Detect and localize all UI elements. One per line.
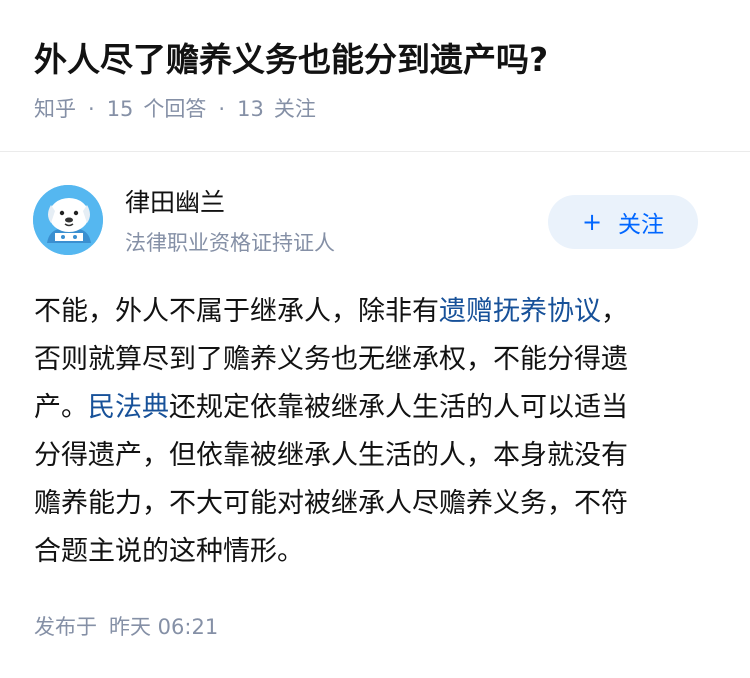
answer-line: 分得遗产，但依靠被继承人生活的人，本身就没有 [34,440,628,471]
published-label: 发布于 [34,615,97,639]
follower-count: 13 [237,97,264,121]
answer-line: 合题主说的这种情形。 [34,536,304,567]
answer-page: 外人尽了赡养义务也能分到遗产吗? 知乎 · 15 个回答 · 13 关注 律田幽… [0,0,750,678]
author-badge: 法律职业资格证持证人 [125,231,335,255]
link-civil-code[interactable]: 民法典 [88,392,169,423]
plus-icon: + [581,208,603,236]
answer-body: 不能，外人不属于继承人，除非有遗赠抚养协议， 否则就算尽到了赡养义务也无继承权，… [34,288,714,576]
answer-text: ， [601,296,628,327]
answer-line: 赡养能力，不大可能对被继承人尽赡养义务，不符 [34,488,628,519]
separator-dot: · [218,97,226,121]
follow-label: 关注 [618,212,665,238]
answer-line: 产。民法典还规定依靠被继承人生活的人可以适当 [34,384,714,432]
question-meta: 知乎 · 15 个回答 · 13 关注 [34,94,316,124]
question-header: 外人尽了赡养义务也能分到遗产吗? 知乎 · 15 个回答 · 13 关注 [0,0,750,152]
dog-avatar-icon [33,185,103,255]
published-time: 昨天 06:21 [109,615,219,639]
link-bequest-agreement[interactable]: 遗赠抚养协议 [439,296,601,327]
publish-time[interactable]: 发布于 昨天 06:21 [34,612,218,642]
answer-line: 否则就算尽到了赡养义务也无继承权，不能分得遗 [34,344,628,375]
follow-author-button[interactable]: + 关注 [548,195,698,249]
source-label[interactable]: 知乎 [34,94,76,124]
answer-text: 还规定依靠被继承人生活的人可以适当 [169,392,628,423]
answer-count: 15 [106,97,134,121]
answer-line: 不能，外人不属于继承人，除非有遗赠抚养协议， [34,288,714,336]
answer-count-label[interactable]: 个回答 [143,94,206,124]
avatar[interactable] [33,185,103,255]
answer-text: 不能，外人不属于继承人，除非有 [34,296,439,327]
answer-text: 产。 [34,392,88,423]
follower-count-label: 关注 [273,97,316,121]
separator-dot: · [88,97,95,121]
question-title[interactable]: 外人尽了赡养义务也能分到遗产吗? [34,38,548,82]
author-name[interactable]: 律田幽兰 [125,186,225,220]
